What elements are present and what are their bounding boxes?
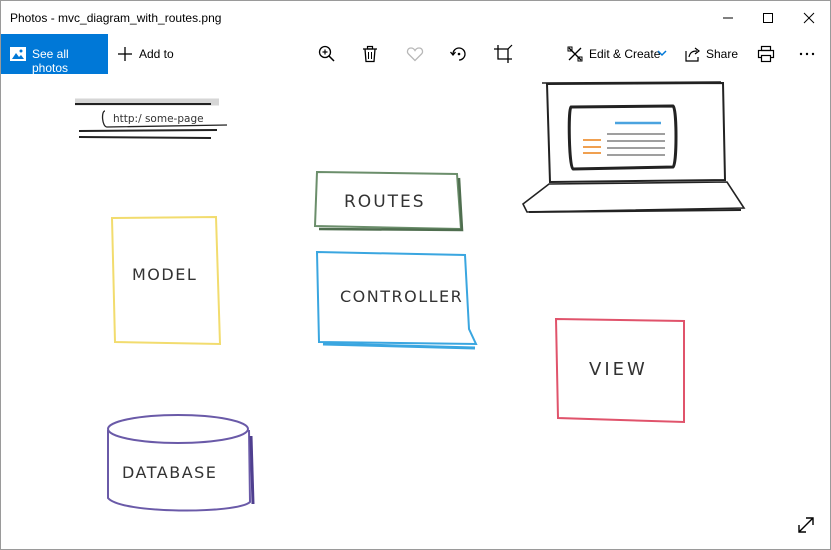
share-icon: [685, 47, 700, 62]
see-all-photos-label: See all photos: [32, 47, 69, 75]
controller-label: CONTROLLER: [340, 287, 463, 306]
model-label: MODEL: [132, 265, 197, 284]
add-to-button[interactable]: Add to: [117, 34, 177, 74]
routes-box: ROUTES: [313, 170, 464, 232]
add-to-label: Add to: [139, 47, 174, 61]
view-label: VIEW: [589, 359, 648, 380]
browser-sketch: http:/ some-page: [75, 98, 228, 139]
photo-icon: [10, 47, 26, 61]
zoom-in-icon[interactable]: [317, 44, 337, 64]
print-icon[interactable]: [756, 44, 776, 64]
window-title: Photos - mvc_diagram_with_routes.png: [10, 11, 222, 25]
controller-box: CONTROLLER: [315, 250, 478, 350]
minimize-icon: [723, 17, 733, 19]
rotate-icon[interactable]: [449, 44, 469, 64]
laptop-sketch: [521, 81, 746, 213]
database-label: DATABASE: [122, 463, 217, 482]
favorite-heart-icon[interactable]: [405, 44, 425, 64]
share-label: Share: [706, 47, 739, 61]
delete-icon[interactable]: [360, 44, 380, 64]
maximize-icon: [763, 13, 773, 23]
edit-create-label: Edit & Create: [589, 47, 661, 61]
title-bar: Photos - mvc_diagram_with_routes.png: [1, 1, 830, 34]
mvc-diagram-image: http:/ some-page ROUTES MODEL CONTROLLER…: [75, 81, 746, 512]
expand-icon[interactable]: [796, 515, 816, 535]
toolbar: See all photos Add to Edit & Create Shar…: [1, 34, 830, 75]
close-icon: [803, 12, 815, 24]
see-all-photos-button[interactable]: See all photos: [1, 34, 108, 75]
database-cylinder: DATABASE: [107, 414, 255, 512]
chevron-down-icon: [657, 50, 667, 57]
url-text: http:/ some-page: [113, 113, 204, 125]
model-box: MODEL: [110, 215, 222, 346]
edit-create-button[interactable]: Edit & Create: [567, 34, 669, 74]
image-canvas[interactable]: http:/ some-page ROUTES MODEL CONTROLLER…: [1, 74, 830, 549]
routes-label: ROUTES: [344, 192, 426, 212]
maximize-button[interactable]: [747, 1, 789, 34]
edit-create-icon: [567, 46, 583, 62]
share-button[interactable]: Share: [685, 34, 739, 74]
crop-icon[interactable]: [493, 44, 513, 64]
plus-icon: [118, 47, 132, 61]
close-button[interactable]: [788, 1, 830, 34]
view-box: VIEW: [554, 317, 685, 424]
more-icon[interactable]: [797, 44, 817, 64]
photos-window: Photos - mvc_diagram_with_routes.png See…: [0, 0, 831, 550]
minimize-button[interactable]: [707, 1, 749, 34]
